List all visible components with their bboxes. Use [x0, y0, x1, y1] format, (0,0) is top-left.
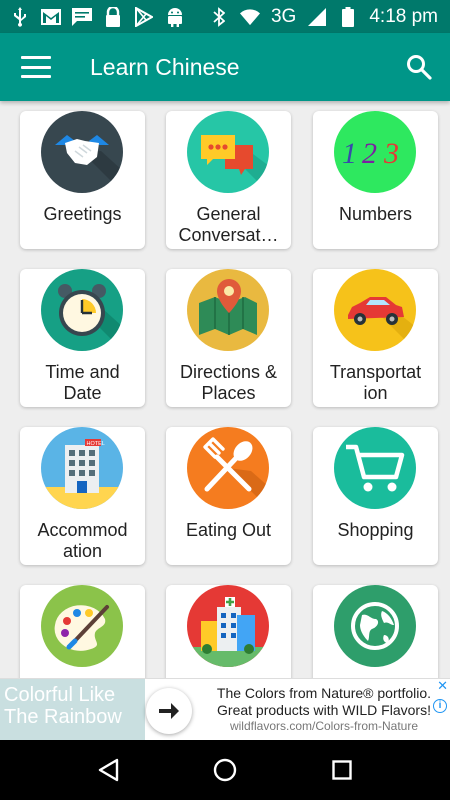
app-title: Learn Chinese [90, 53, 240, 80]
back-triangle-icon[interactable] [88, 750, 128, 790]
recents-square-icon[interactable] [322, 750, 362, 790]
handshake-icon [41, 111, 123, 193]
ad-text-block[interactable]: The Colors from Nature® portfolio. Great… [198, 685, 450, 734]
search-icon[interactable] [404, 52, 434, 82]
app-bar: Learn Chinese [0, 33, 450, 101]
category-card-numbers[interactable]: 1 2 3 Numbers [313, 111, 438, 249]
chat-bubbles-icon [187, 111, 269, 193]
category-label: General Conversat… [178, 204, 279, 245]
category-label: Numbers [338, 204, 413, 224]
category-label: Shopping [337, 520, 414, 540]
car-icon [334, 269, 416, 351]
ad-info-icon[interactable]: i [433, 699, 447, 713]
map-pin-icon [187, 269, 269, 351]
category-label: Eating Out [185, 520, 272, 540]
hospital-icon [187, 585, 269, 667]
home-circle-icon[interactable] [205, 750, 245, 790]
category-card-emergency[interactable] [166, 585, 291, 678]
category-label: Time and Date [45, 362, 120, 403]
ad-subline: Great products with WILD Flavors! [217, 702, 431, 718]
wifi-icon [239, 7, 260, 27]
category-card-shopping[interactable]: Shopping [313, 427, 438, 565]
ad-url: wildflavors.com/Colors-from-Nature [229, 719, 419, 733]
android-icon [165, 7, 185, 27]
message-icon [72, 7, 92, 27]
arrow-right-icon [159, 703, 179, 719]
globe-icon [334, 585, 416, 667]
svg-text:2: 2 [362, 137, 377, 170]
category-card-arts[interactable] [20, 585, 145, 678]
ad-arrow-button[interactable] [146, 688, 192, 734]
network-type: 3G [270, 5, 297, 27]
status-bar: 3G 4:18 pm [0, 0, 450, 33]
paint-palette-icon [41, 585, 123, 667]
svg-text:1: 1 [342, 137, 357, 170]
category-label: Greetings [43, 204, 122, 224]
gmail-icon [41, 7, 61, 27]
signal-icon [307, 7, 327, 27]
category-card-transportation[interactable]: Transportat ion [313, 269, 438, 407]
shopping-cart-icon [334, 427, 416, 509]
category-card-accommodation[interactable]: HOTEL Accommod ation [20, 427, 145, 565]
category-card-greetings[interactable]: Greetings [20, 111, 145, 249]
category-card-general-conversation[interactable]: General Conversat… [166, 111, 291, 249]
system-nav-bar [0, 740, 450, 800]
svg-text:3: 3 [383, 137, 399, 170]
category-grid: Greetings General Conversat… 1 2 3 Numbe… [0, 101, 450, 678]
category-card-time-and-date[interactable]: Time and Date [20, 269, 145, 407]
numbers-123-icon: 1 2 3 [334, 111, 416, 193]
category-card-countries[interactable] [313, 585, 438, 678]
bluetooth-icon [209, 6, 229, 27]
ad-banner[interactable]: Colorful Like The Rainbow The Colors fro… [0, 678, 450, 741]
usb-icon [10, 6, 30, 27]
fork-spoon-icon [187, 427, 269, 509]
category-label: Accommod ation [37, 520, 128, 561]
battery-icon [338, 6, 358, 27]
alarm-clock-icon [41, 269, 123, 351]
lock-icon [103, 6, 123, 27]
category-label: Transportat ion [329, 362, 422, 403]
ad-image-text[interactable]: Colorful Like The Rainbow [0, 679, 145, 741]
clock: 4:18 pm [369, 5, 438, 27]
ad-headline: The Colors from Nature® portfolio. [216, 685, 432, 701]
svg-text:HOTEL: HOTEL [87, 441, 105, 447]
play-store-icon [134, 6, 154, 27]
category-card-directions[interactable]: Directions & Places [166, 269, 291, 407]
hotel-icon: HOTEL [41, 427, 123, 509]
category-label: Directions & Places [179, 362, 278, 403]
hamburger-menu-icon[interactable] [21, 56, 51, 78]
category-card-eating-out[interactable]: Eating Out [166, 427, 291, 565]
ad-close-icon[interactable]: ✕ [437, 679, 448, 692]
